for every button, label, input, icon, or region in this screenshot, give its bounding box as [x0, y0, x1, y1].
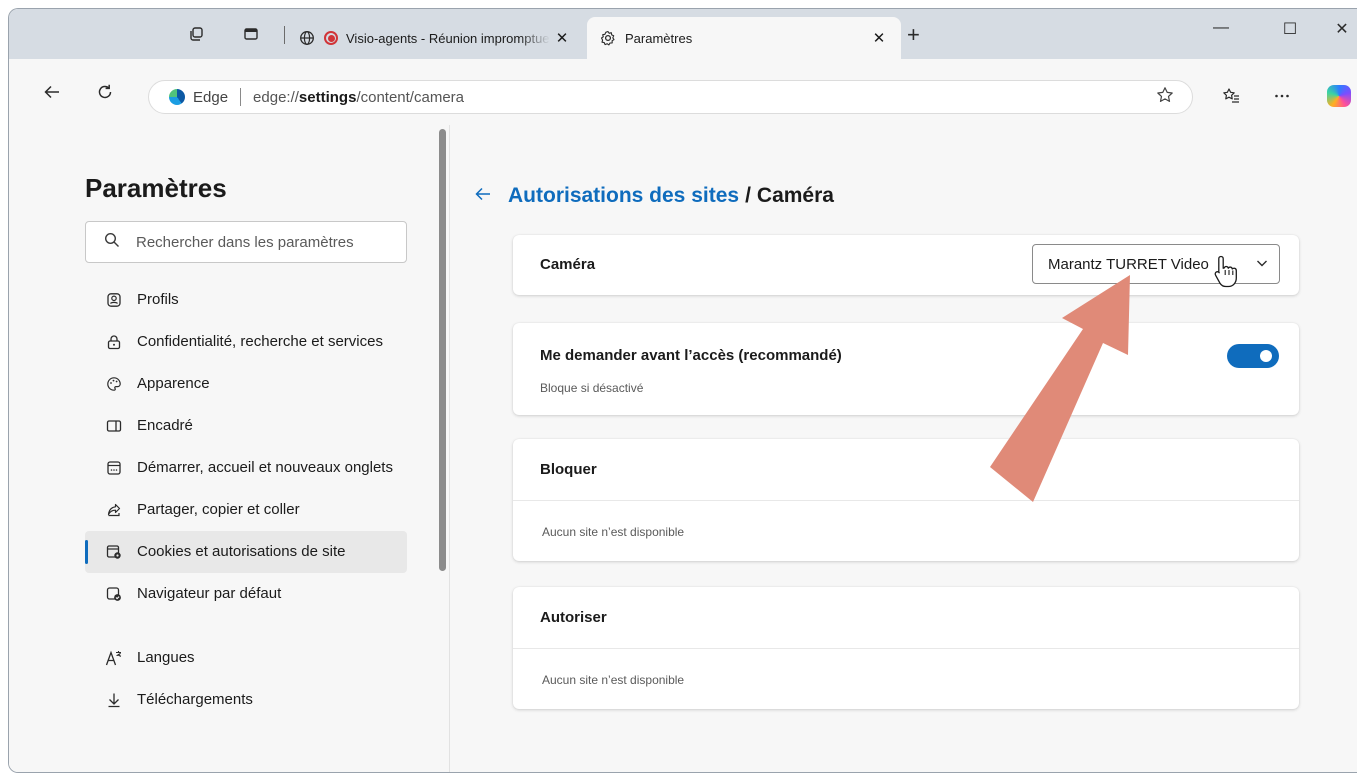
sidebar-item-demarrer[interactable]: Démarrer, accueil et nouveaux onglets	[85, 447, 407, 489]
sidebar-item-confidentialite[interactable]: Confidentialité, recherche et services	[85, 321, 407, 363]
sidebar-item-navigateur[interactable]: Navigateur par défaut	[85, 573, 407, 615]
globe-icon	[298, 29, 316, 47]
sidebar-item-langues[interactable]: Langues	[85, 637, 407, 679]
settings-sidebar: Paramètres Rechercher dans les paramètre…	[9, 125, 449, 772]
workspaces-icon[interactable]	[185, 23, 207, 45]
sidebar-item-label: Navigateur par défaut	[137, 585, 282, 602]
sidebar-item-label: Téléchargements	[137, 691, 253, 708]
edge-logo-icon	[169, 89, 185, 105]
sidebar-item-apparence[interactable]: Apparence	[85, 363, 407, 405]
default-browser-icon	[105, 583, 123, 605]
sidebar-item-partager[interactable]: Partager, copier et coller	[85, 489, 407, 531]
home-icon	[105, 457, 123, 479]
sidebar-title: Paramètres	[85, 173, 227, 203]
allow-empty-message: Aucun site n’est disponible	[542, 673, 685, 687]
refresh-icon[interactable]	[92, 83, 118, 105]
search-placeholder: Rechercher dans les paramètres	[136, 233, 354, 251]
download-icon	[105, 689, 123, 711]
tab-separator	[284, 26, 285, 44]
sidebar-item-label: Partager, copier et coller	[137, 501, 300, 518]
settings-page: Paramètres Rechercher dans les paramètre…	[9, 125, 1357, 772]
palette-icon	[105, 373, 123, 395]
sidebar-item-label: Encadré	[137, 417, 193, 434]
tab-visio-agents[interactable]: Visio-agents - Réunion impromptue ✕	[294, 17, 584, 59]
sidebar-item-label: Langues	[137, 649, 195, 666]
settings-search-input[interactable]: Rechercher dans les paramètres	[85, 221, 407, 263]
favorite-star-icon[interactable]	[1156, 86, 1174, 110]
breadcrumb-link[interactable]: Autorisations des sites	[508, 184, 739, 208]
chevron-down-icon	[1245, 256, 1279, 273]
sidebar-panel-icon	[105, 415, 123, 437]
search-icon	[104, 232, 120, 253]
language-icon	[105, 647, 123, 669]
copilot-icon[interactable]	[1327, 85, 1351, 107]
vertical-tabs-icon[interactable]	[240, 23, 262, 45]
screenshot-frame: Visio-agents - Réunion impromptue ✕ Para…	[0, 0, 1357, 781]
browser-toolbar: Edge edge://settings/content/camera	[9, 59, 1357, 125]
camera-device-select[interactable]: Marantz TURRET Video	[1032, 244, 1280, 284]
cookie-settings-icon	[105, 541, 123, 563]
allow-card: Autoriser Aucun site n’est disponible	[513, 587, 1299, 709]
sidebar-item-telechargements[interactable]: Téléchargements	[85, 679, 407, 721]
card-divider	[513, 500, 1299, 501]
page-title: Caméra	[756, 184, 834, 207]
card-divider	[513, 648, 1299, 649]
maximize-button[interactable]: ☐	[1275, 19, 1305, 39]
tab-title: Paramètres	[625, 30, 693, 46]
block-label: Bloquer	[540, 461, 597, 478]
ask-before-access-card: Me demander avant l’accès (recommandé) B…	[513, 323, 1299, 415]
block-card: Bloquer Aucun site n’est disponible	[513, 439, 1299, 561]
browser-window: Visio-agents - Réunion impromptue ✕ Para…	[8, 8, 1357, 773]
minimize-button[interactable]: —	[1206, 19, 1236, 37]
address-bar[interactable]: Edge edge://settings/content/camera	[148, 80, 1193, 114]
address-url: edge://settings/content/camera	[253, 88, 464, 106]
camera-label: Caméra	[540, 256, 596, 273]
address-separator	[240, 88, 242, 106]
window-close-button[interactable]: ✕	[1327, 19, 1357, 39]
ask-before-access-label: Me demander avant l’accès (recommandé)	[540, 347, 842, 364]
breadcrumb: Autorisations des sites / Caméra	[474, 183, 834, 209]
ask-before-access-toggle[interactable]	[1227, 344, 1279, 368]
gear-icon	[599, 29, 617, 47]
tab-parametres[interactable]: Paramètres ✕	[587, 17, 901, 59]
sidebar-item-label: Profils	[137, 291, 179, 308]
favorites-list-icon[interactable]	[1218, 87, 1244, 110]
sidebar-item-label: Démarrer, accueil et nouveaux onglets	[137, 459, 393, 476]
sidebar-nav: Profils Confidentialité, recherche et se…	[85, 279, 407, 721]
new-tab-button[interactable]: +	[907, 22, 920, 48]
sidebar-item-label: Cookies et autorisations de site	[137, 543, 346, 560]
toggle-knob	[1260, 350, 1272, 362]
address-origin-label: Edge	[193, 88, 229, 106]
sidebar-item-cookies[interactable]: Cookies et autorisations de site	[85, 531, 407, 573]
back-icon[interactable]	[39, 83, 65, 105]
profile-icon	[105, 289, 123, 311]
tab-title: Visio-agents - Réunion impromptue	[346, 30, 550, 46]
tab-strip: Visio-agents - Réunion impromptue ✕ Para…	[9, 9, 1357, 59]
breadcrumb-separator: /	[745, 184, 751, 207]
sidebar-item-label: Apparence	[137, 375, 210, 392]
sidebar-item-label: Confidentialité, recherche et services	[137, 333, 383, 350]
hand-cursor-icon	[1214, 255, 1237, 288]
block-empty-message: Aucun site n’est disponible	[542, 525, 685, 539]
allow-label: Autoriser	[540, 609, 607, 626]
camera-card: Caméra Marantz TURRET Video	[513, 235, 1299, 295]
sidebar-item-encadre[interactable]: Encadré	[85, 405, 407, 447]
settings-main: Autorisations des sites / Caméra Caméra …	[450, 125, 1357, 772]
back-arrow-icon[interactable]	[474, 183, 492, 209]
sidebar-scrollbar[interactable]	[439, 129, 446, 571]
sidebar-item-profils[interactable]: Profils	[85, 279, 407, 321]
ask-before-access-description: Bloque si désactivé	[540, 381, 644, 395]
tab-close-button[interactable]: ✕	[550, 29, 574, 47]
more-menu-icon[interactable]	[1269, 87, 1295, 110]
share-icon	[105, 499, 123, 521]
recording-indicator-icon	[324, 31, 338, 45]
tab-close-button[interactable]: ✕	[867, 29, 891, 47]
lock-icon	[105, 331, 123, 353]
